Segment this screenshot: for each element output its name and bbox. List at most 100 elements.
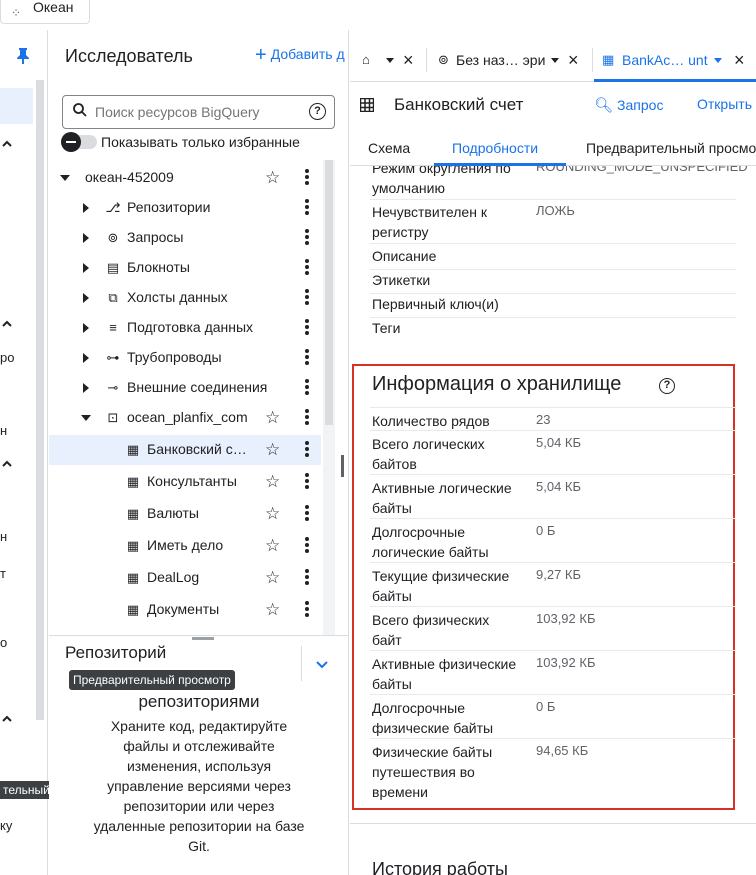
add-button[interactable]: + Добавить д: [255, 44, 345, 67]
tree-project[interactable]: океан-452009 ☆: [49, 163, 321, 193]
tab-home[interactable]: ⌂ ×: [350, 38, 424, 82]
plus-icon: +: [255, 44, 267, 66]
chevron-down-icon[interactable]: [315, 658, 329, 672]
tab-dropdown-icon[interactable]: [386, 58, 394, 63]
tab-query[interactable]: ⊚ Без наз… эри ×: [430, 38, 590, 82]
table-row[interactable]: ▦ Документы ☆: [49, 595, 321, 625]
tree-item-dataset[interactable]: ⊡ ocean_planfix_com ☆: [49, 403, 321, 433]
storage-key: Активные логические байты: [372, 480, 512, 516]
more-menu-icon[interactable]: [305, 535, 311, 555]
star-icon[interactable]: ☆: [265, 568, 280, 588]
search-box[interactable]: ?: [62, 95, 335, 129]
more-menu-icon[interactable]: [305, 567, 311, 587]
star-icon[interactable]: ☆: [265, 504, 280, 524]
chevron-up-icon[interactable]: [2, 320, 12, 328]
query-button[interactable]: 🔍︎ Запрос: [594, 96, 663, 114]
collapse-arrow-icon[interactable]: [60, 175, 70, 181]
repo-icon: ⎇: [105, 200, 121, 215]
close-icon[interactable]: ×: [734, 50, 745, 71]
more-menu-icon[interactable]: [305, 227, 311, 247]
chevron-up-icon[interactable]: [2, 460, 12, 468]
tab-schema[interactable]: Схема: [368, 140, 410, 156]
project-chip[interactable]: ⁘ Океан: [0, 0, 90, 24]
star-icon[interactable]: ☆: [265, 440, 280, 460]
expand-arrow-icon[interactable]: [83, 323, 89, 333]
panel-resize-handle[interactable]: [341, 455, 344, 477]
more-menu-icon[interactable]: [305, 439, 311, 459]
tree-item-repositories[interactable]: ⎇ Репозитории: [49, 193, 321, 223]
tree-item-data-prep[interactable]: ≡ Подготовка данных: [49, 313, 321, 343]
tree-item-label: Подготовка данных: [127, 319, 254, 335]
star-icon[interactable]: ☆: [265, 408, 280, 428]
tab-details[interactable]: Подробности: [452, 140, 538, 156]
storage-row: Текущие физические байты 9,27 КБ: [370, 563, 736, 607]
expand-arrow-icon[interactable]: [83, 383, 89, 393]
search-input[interactable]: [95, 102, 295, 122]
tree-item-label: Блокноты: [127, 259, 190, 275]
more-menu-icon[interactable]: [305, 407, 311, 427]
close-icon[interactable]: ×: [403, 50, 414, 71]
open-button[interactable]: Открыть: [697, 96, 752, 112]
more-menu-icon[interactable]: [305, 347, 311, 367]
star-icon[interactable]: ☆: [265, 168, 280, 188]
table-icon: [360, 98, 374, 112]
more-menu-icon[interactable]: [305, 317, 311, 337]
collapse-arrow-icon[interactable]: [81, 415, 91, 421]
tab-dropdown-icon[interactable]: [551, 58, 559, 63]
star-icon[interactable]: ☆: [265, 536, 280, 556]
table-row[interactable]: ▦ Консультанты ☆: [49, 467, 321, 497]
pin-icon[interactable]: [17, 48, 29, 64]
more-menu-icon[interactable]: [305, 599, 311, 619]
storage-value: 5,04 КБ: [536, 435, 582, 450]
tree-item-data-canvas[interactable]: ⧉ Холсты данных: [49, 283, 321, 313]
expand-arrow-icon[interactable]: [83, 263, 89, 273]
close-icon[interactable]: ×: [568, 50, 579, 71]
tab-dropdown-icon[interactable]: [714, 58, 722, 63]
page-title: Банковский счет: [394, 95, 524, 114]
expand-arrow-icon[interactable]: [83, 203, 89, 213]
table-row-bank-account[interactable]: ▦ Банковский с… ☆: [49, 435, 321, 465]
table-icon: ▦: [126, 602, 140, 617]
tree-item-queries[interactable]: ⊚ Запросы: [49, 223, 321, 253]
tab-bank-account[interactable]: ▦ BankAc… unt ×: [594, 38, 756, 82]
more-menu-icon[interactable]: [305, 257, 311, 277]
rail-selected-item[interactable]: [0, 88, 33, 124]
more-menu-icon[interactable]: [305, 167, 311, 187]
tab-preview[interactable]: Предварительный просмотр: [586, 140, 756, 156]
scrollbar-thumb[interactable]: [325, 160, 333, 425]
more-menu-icon[interactable]: [305, 471, 311, 491]
more-menu-icon[interactable]: [305, 503, 311, 523]
search-icon: [73, 103, 87, 117]
help-icon[interactable]: ?: [309, 103, 326, 120]
more-menu-icon[interactable]: [305, 287, 311, 307]
table-icon: ▦: [126, 442, 140, 457]
more-menu-icon[interactable]: [305, 377, 311, 397]
toggle-knob[interactable]: [61, 132, 81, 152]
info-key: Режим округления по умолчанию: [372, 166, 511, 196]
panel-drag-handle[interactable]: [192, 637, 214, 640]
tree-item-label: Трубопроводы: [127, 349, 222, 365]
expand-arrow-icon[interactable]: [83, 233, 89, 243]
star-icon[interactable]: ☆: [265, 472, 280, 492]
table-row[interactable]: ▦ Валюты ☆: [49, 499, 321, 529]
help-icon[interactable]: ?: [659, 378, 675, 394]
project-label: океан-452009: [85, 169, 174, 185]
tree-item-notebooks[interactable]: ▤ Блокноты: [49, 253, 321, 283]
storage-value: 5,04 КБ: [536, 479, 582, 494]
star-icon[interactable]: ☆: [265, 600, 280, 620]
table-row[interactable]: ▦ DealLog ☆: [49, 563, 321, 593]
table-row[interactable]: ▦ Иметь дело ☆: [49, 531, 321, 561]
explorer-scrollbar[interactable]: [323, 160, 335, 635]
storage-value: 103,92 КБ: [536, 655, 596, 670]
storage-key: Долгосрочные физические байты: [372, 700, 494, 736]
expand-arrow-icon[interactable]: [83, 353, 89, 363]
tree-item-pipelines[interactable]: ⊶ Трубопроводы: [49, 343, 321, 373]
chevron-up-icon[interactable]: [2, 715, 12, 723]
expand-arrow-icon[interactable]: [83, 293, 89, 303]
tree-item-external-connections[interactable]: ⊸ Внешние соединения: [49, 373, 321, 403]
query-icon: ⊚: [107, 230, 119, 245]
table-label: Банковский с…: [147, 441, 247, 457]
rail-scrollbar[interactable]: [36, 80, 44, 720]
chevron-up-icon[interactable]: [2, 140, 12, 148]
more-menu-icon[interactable]: [305, 197, 311, 217]
